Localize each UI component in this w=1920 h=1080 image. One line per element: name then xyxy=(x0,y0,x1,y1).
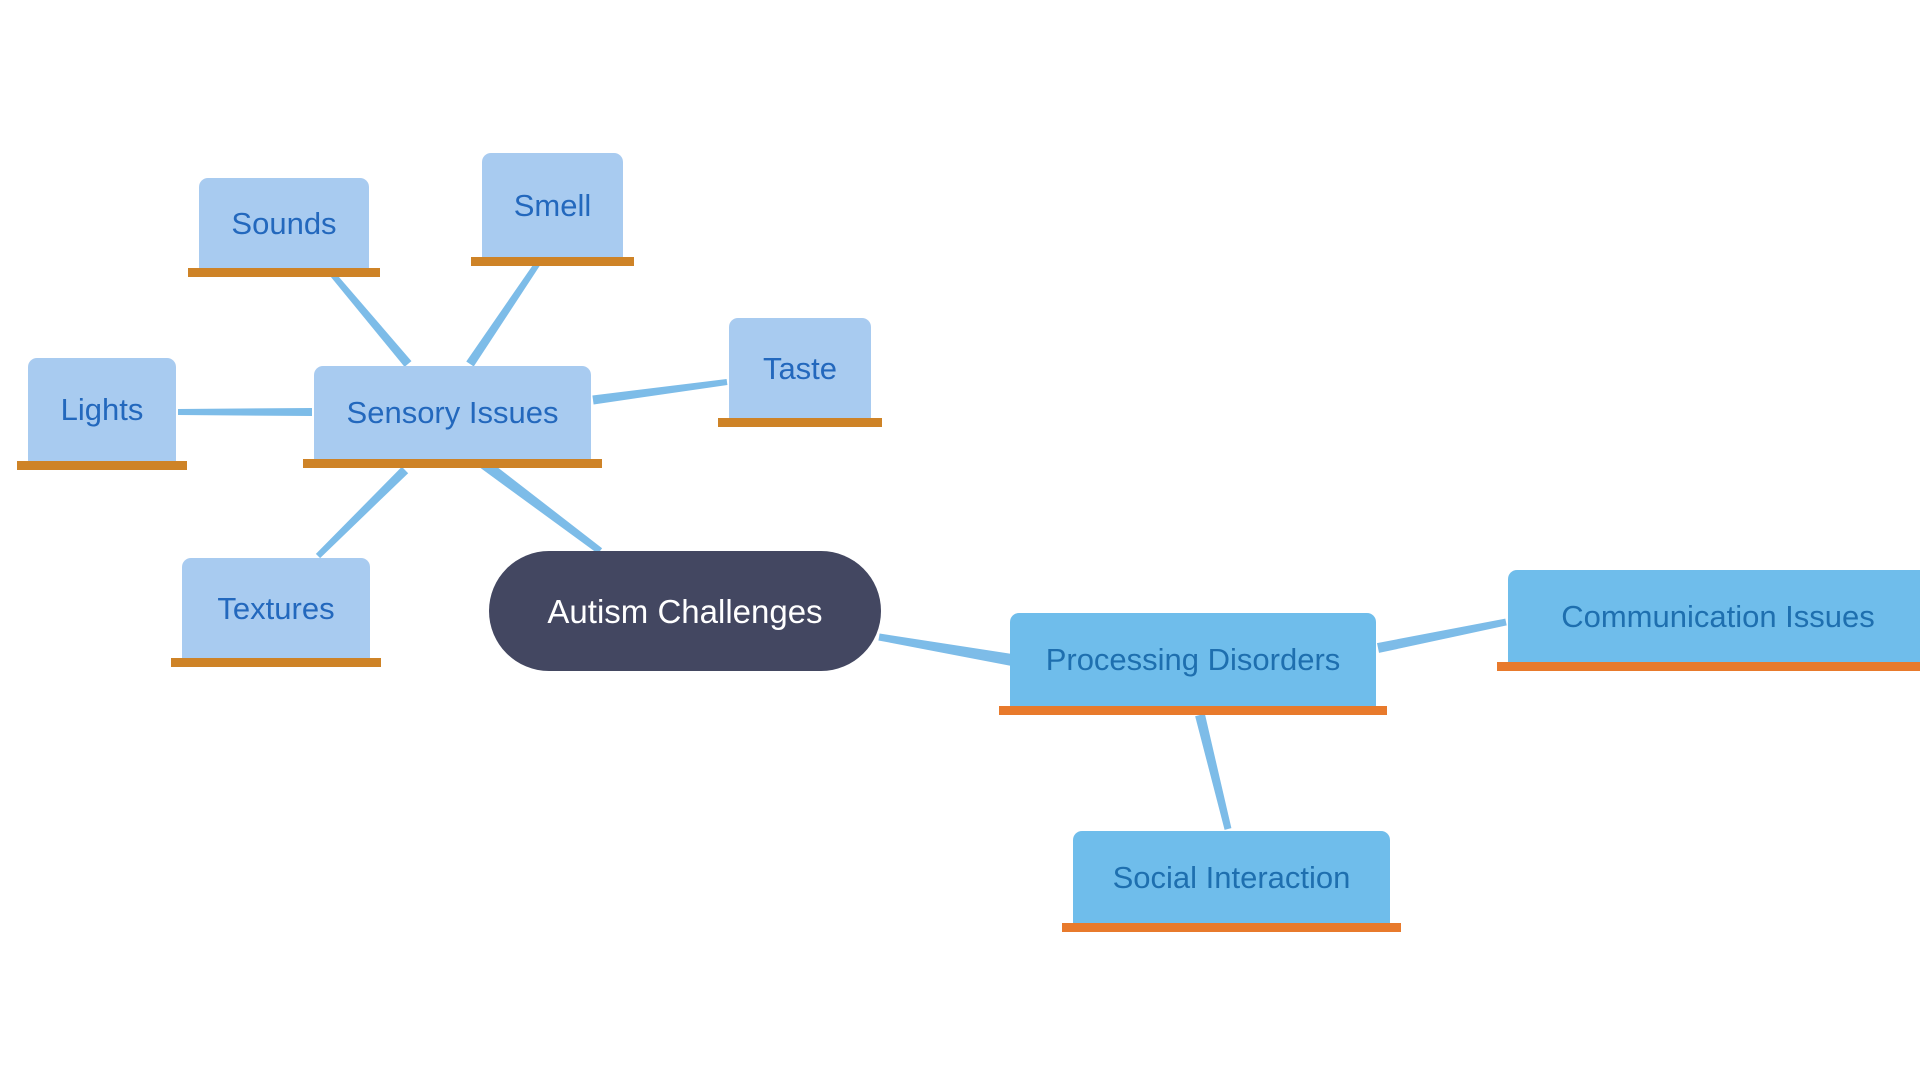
node-label-root: Autism Challenges xyxy=(547,592,823,630)
node-label-sounds: Sounds xyxy=(231,205,337,241)
node-label-lights: Lights xyxy=(60,392,144,427)
connector-sensory-smell xyxy=(466,258,543,367)
node-lights[interactable]: Lights xyxy=(17,358,187,470)
connector-sensory-lights xyxy=(178,408,312,416)
node-underline-processing xyxy=(999,706,1387,715)
node-smell[interactable]: Smell xyxy=(471,153,634,266)
node-label-textures: Textures xyxy=(217,590,335,626)
node-underline-social xyxy=(1062,923,1401,932)
connector-root-processing xyxy=(878,633,1014,666)
node-root[interactable]: Autism Challenges xyxy=(489,551,881,671)
node-sensory[interactable]: Sensory Issues xyxy=(303,366,602,468)
node-taste[interactable]: Taste xyxy=(718,318,882,427)
node-label-taste: Taste xyxy=(762,350,838,386)
node-label-smell: Smell xyxy=(513,187,592,223)
connector-processing-comm xyxy=(1377,618,1507,653)
node-underline-communication xyxy=(1497,662,1920,671)
node-underline-lights xyxy=(17,461,187,470)
node-communication[interactable]: Communication Issues xyxy=(1497,570,1920,671)
node-underline-textures xyxy=(171,658,381,667)
node-underline-sounds xyxy=(188,268,380,277)
connector-sensory-textures xyxy=(315,466,409,559)
connector-sensory-sounds xyxy=(326,268,412,367)
connector-processing-social xyxy=(1195,713,1232,830)
mindmap-canvas: Autism Challenges Sensory Issues Processin… xyxy=(0,0,1920,1080)
node-textures[interactable]: Textures xyxy=(171,558,381,667)
node-sounds[interactable]: Sounds xyxy=(188,178,380,277)
connector-root-sensory xyxy=(479,458,603,554)
node-social[interactable]: Social Interaction xyxy=(1062,831,1401,932)
node-underline-smell xyxy=(471,257,634,266)
node-label-sensory: Sensory Issues xyxy=(346,395,559,430)
connector-sensory-taste xyxy=(592,379,728,405)
node-label-communication: Communication Issues xyxy=(1561,598,1875,634)
connector-layer xyxy=(178,258,1507,830)
node-processing[interactable]: Processing Disorders xyxy=(999,613,1387,715)
node-underline-sensory xyxy=(303,459,602,468)
node-label-social: Social Interaction xyxy=(1112,859,1351,895)
node-underline-taste xyxy=(718,418,882,427)
node-label-processing: Processing Disorders xyxy=(1045,642,1341,677)
